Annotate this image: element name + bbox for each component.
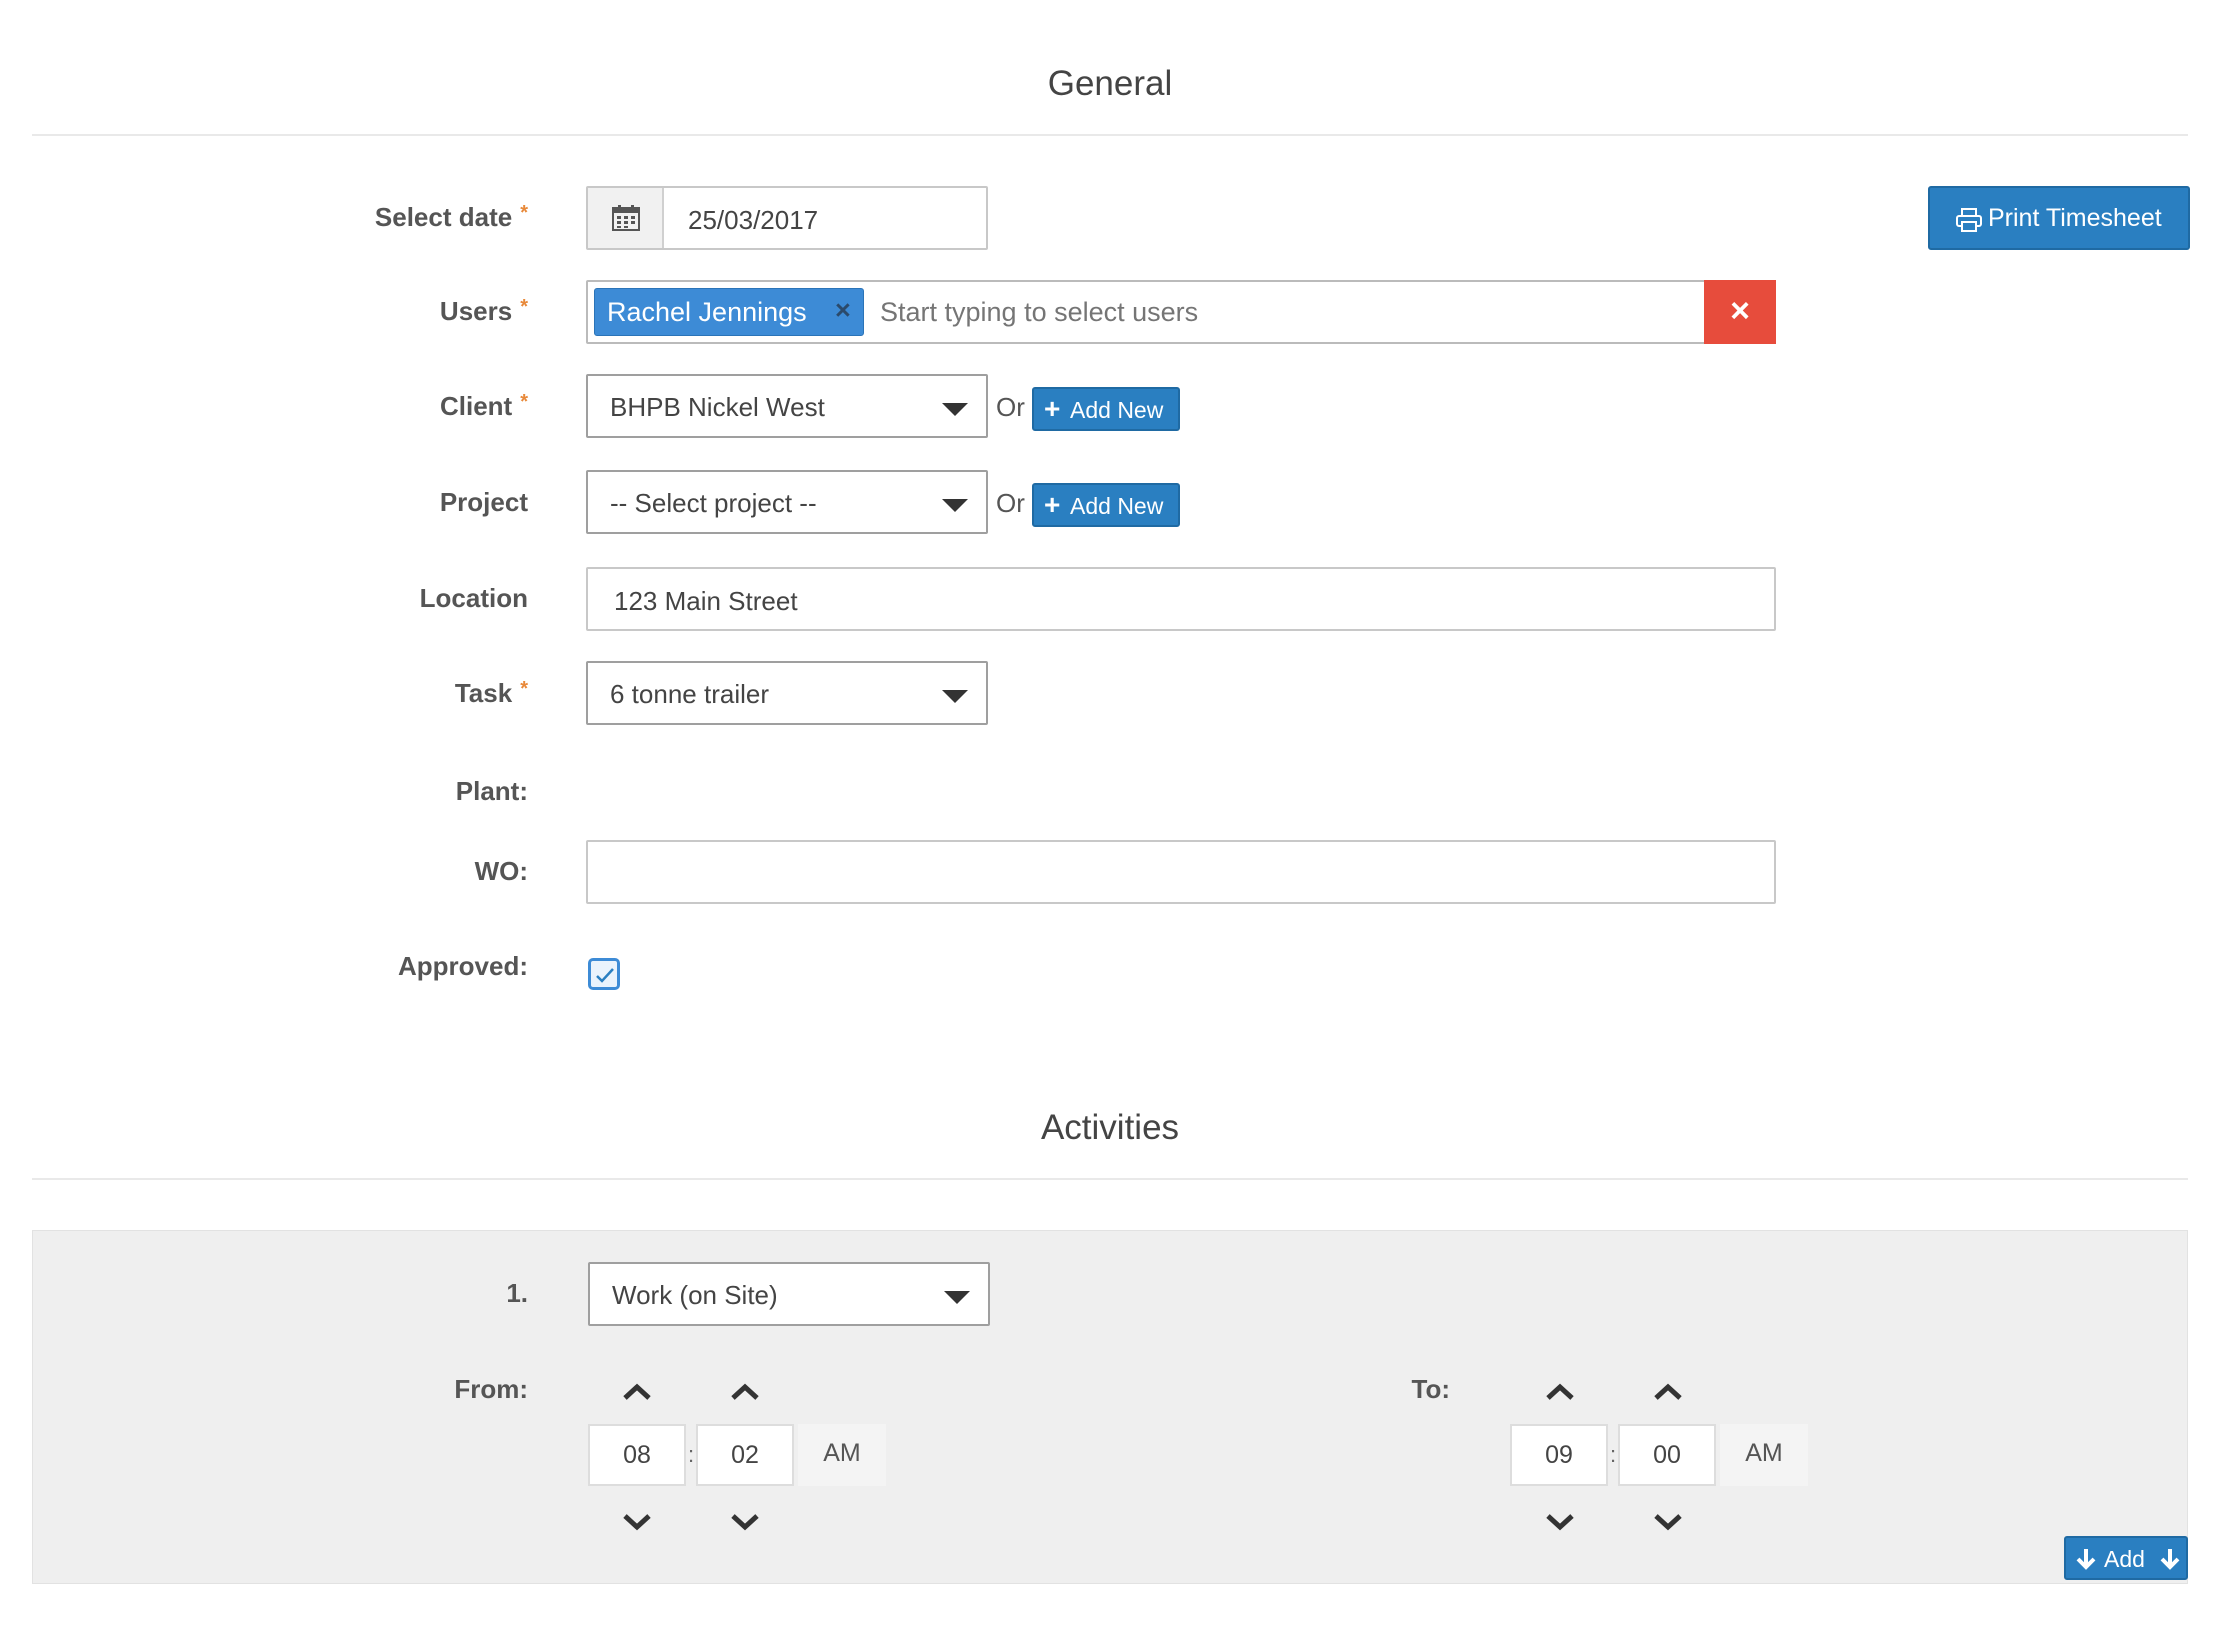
to-minute-input[interactable]: 00 [1618,1424,1716,1486]
activities-section-title: Activities [1040,1108,1180,1147]
project-or-text: Or [996,488,1025,518]
wo-input[interactable] [586,840,1776,904]
add-project-label: Add New [1070,493,1164,519]
from-hour-down-chevron-icon[interactable] [617,1510,657,1534]
users-select[interactable]: Rachel Jennings × [586,280,1776,344]
clear-users-button[interactable]: × [1704,280,1776,344]
activity-index: 1. [506,1278,528,1308]
chevron-down-icon [942,499,968,512]
date-label: Select date * [374,202,528,232]
clear-icon: × [1730,292,1750,330]
to-hour-input[interactable]: 09 [1510,1424,1608,1486]
add-client-label: Add New [1070,397,1164,423]
project-label: Project [439,487,528,517]
from-hour-input[interactable]: 08 [588,1424,686,1486]
arrow-down-icon [2160,1549,2180,1570]
client-select[interactable]: BHPB Nickel West [586,374,988,438]
location-input[interactable]: 123 Main Street [586,567,1776,631]
users-label: Users * [439,296,528,326]
project-select[interactable]: -- Select project -- [586,470,988,534]
client-select-value: BHPB Nickel West [610,392,825,422]
location-label: Location [419,583,528,613]
arrow-down-icon [2076,1549,2096,1570]
from-meridian-toggle[interactable]: AM [798,1424,886,1486]
users-search-input[interactable] [878,290,1448,334]
from-minute-input[interactable]: 02 [696,1424,794,1486]
user-tag: Rachel Jennings × [594,288,864,336]
approved-checkbox[interactable] [588,958,620,990]
calendar-addon[interactable] [588,188,664,248]
activities-divider [32,1178,2188,1180]
chevron-down-icon [942,403,968,416]
client-or-text: Or [996,392,1025,422]
task-select-value: 6 tonne trailer [610,679,769,709]
from-time-separator: : [688,1442,695,1467]
calendar-icon [612,205,640,231]
from-minute-down-chevron-icon[interactable] [725,1510,765,1534]
to-label: To: [1411,1374,1451,1404]
task-select[interactable]: 6 tonne trailer [586,661,988,725]
to-meridian-toggle[interactable]: AM [1720,1424,1808,1486]
from-minute-up-chevron-icon[interactable] [725,1380,765,1404]
print-timesheet-label: Print Timesheet [1988,204,2162,232]
to-time-separator: : [1610,1442,1617,1467]
add-activity-button[interactable]: Add [2064,1536,2188,1580]
date-input-value[interactable]: 25/03/2017 [688,205,818,236]
client-label: Client * [439,391,528,421]
wo-label: WO: [474,856,528,886]
plus-icon: + [1044,393,1061,424]
activity-type-select[interactable]: Work (on Site) [588,1262,990,1326]
from-hour-up-chevron-icon[interactable] [617,1380,657,1404]
user-tag-remove-icon[interactable]: × [835,295,851,326]
to-hour-down-chevron-icon[interactable] [1540,1510,1580,1534]
user-tag-label: Rachel Jennings [607,297,807,327]
add-activity-label: Add [2104,1546,2145,1572]
to-hour-up-chevron-icon[interactable] [1540,1380,1580,1404]
chevron-down-icon [944,1291,970,1304]
date-picker[interactable]: 25/03/2017 [586,186,988,250]
task-label: Task * [454,678,528,708]
general-divider [32,134,2188,136]
printer-icon [1956,208,1982,232]
general-section-title: General [1047,64,1173,103]
chevron-down-icon [942,690,968,703]
from-label: From: [454,1374,528,1404]
to-minute-up-chevron-icon[interactable] [1648,1380,1688,1404]
plant-label: Plant: [455,776,528,806]
checkmark-icon [596,968,614,983]
plus-icon: + [1044,489,1061,520]
project-select-value: -- Select project -- [610,488,817,518]
to-minute-down-chevron-icon[interactable] [1648,1510,1688,1534]
add-project-button[interactable]: + Add New [1032,483,1180,527]
add-client-button[interactable]: + Add New [1032,387,1180,431]
activity-type-value: Work (on Site) [612,1280,778,1310]
location-input-value: 123 Main Street [614,586,798,616]
approved-label: Approved: [398,951,528,981]
print-timesheet-button[interactable]: Print Timesheet [1928,186,2190,250]
